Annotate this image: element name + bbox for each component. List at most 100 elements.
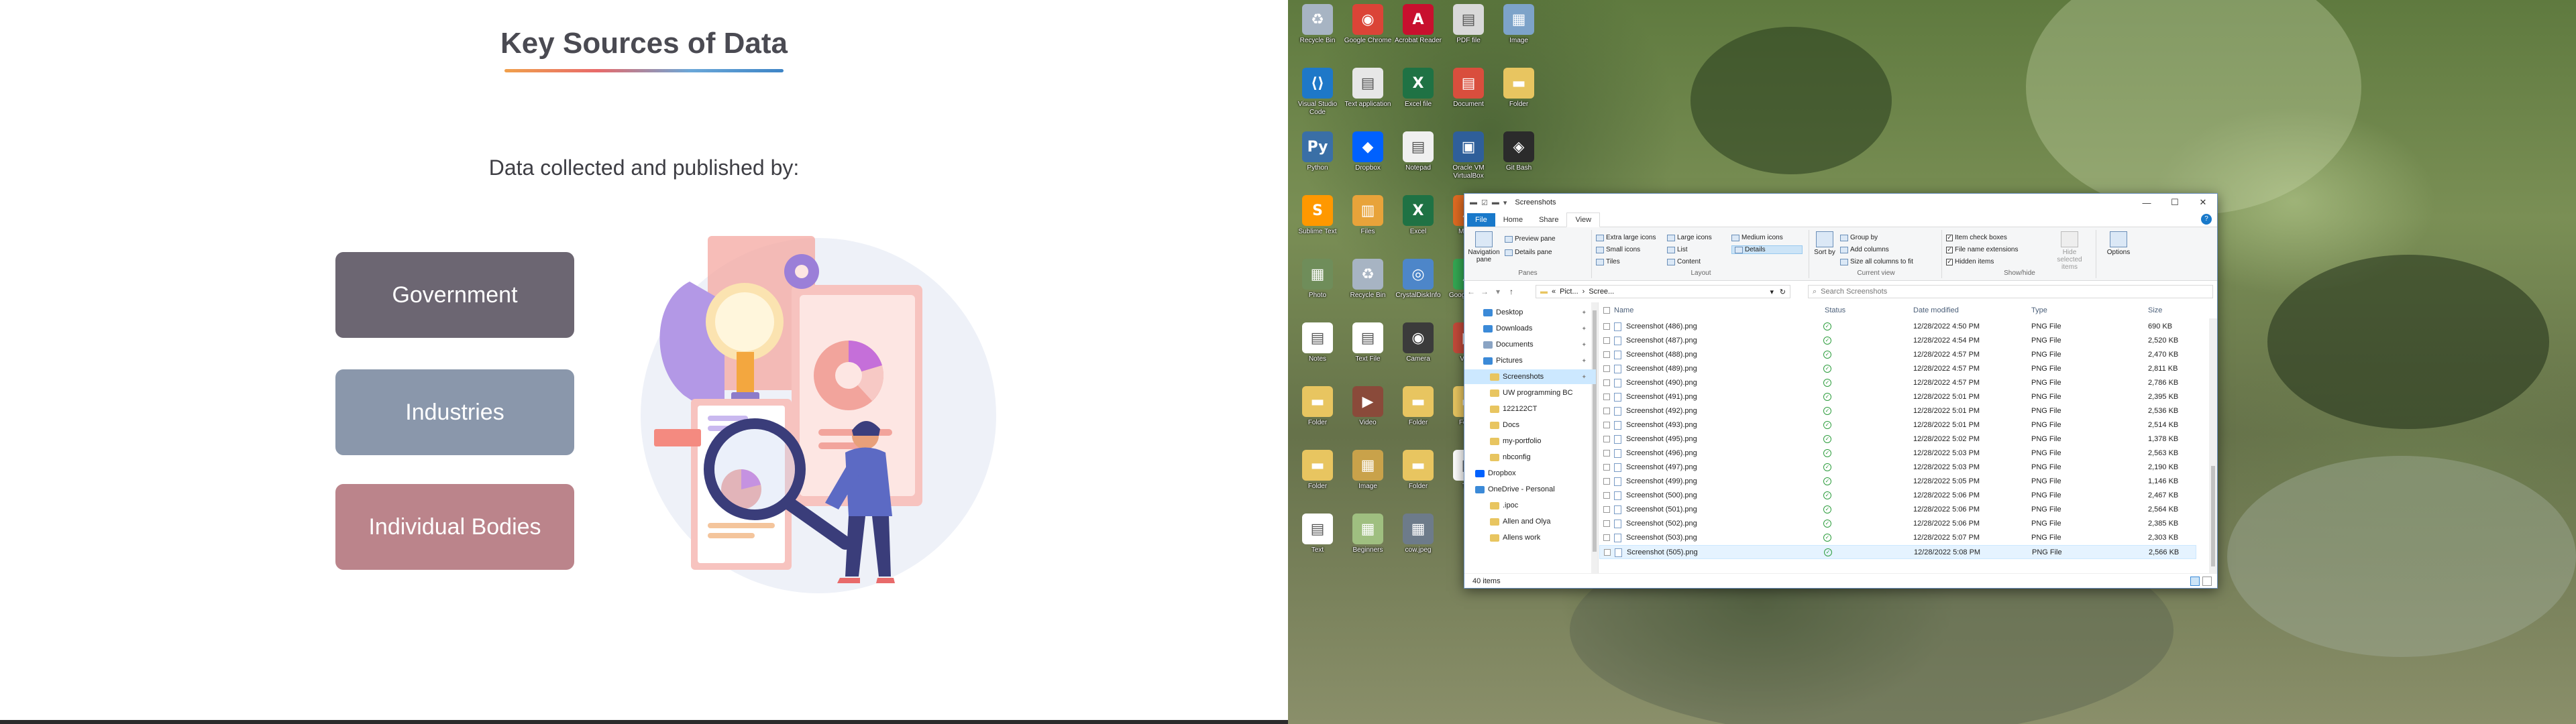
column-type[interactable]: Type bbox=[2031, 306, 2047, 314]
row-checkbox[interactable] bbox=[1603, 464, 1610, 471]
row-checkbox[interactable] bbox=[1603, 478, 1610, 485]
add-columns-button[interactable]: Add columns bbox=[1840, 246, 1889, 253]
tab-file[interactable]: File bbox=[1467, 213, 1495, 227]
desktop-icon[interactable]: ▤ Document bbox=[1444, 64, 1493, 127]
desktop-icon[interactable]: ♻ Recycle Bin bbox=[1344, 255, 1392, 318]
nav-item[interactable]: 122122CT bbox=[1464, 402, 1596, 416]
details-pane-button[interactable]: Details pane bbox=[1505, 249, 1552, 256]
file-row[interactable]: Screenshot (501).png ✓ 12/28/2022 5:06 PM P… bbox=[1599, 503, 2196, 517]
desktop-icon[interactable]: S Sublime Text bbox=[1293, 191, 1342, 255]
back-arrow-icon[interactable]: ← bbox=[1464, 287, 1478, 296]
window-controls[interactable]: — ☐ ✕ bbox=[2133, 194, 2217, 211]
row-checkbox[interactable] bbox=[1604, 549, 1611, 556]
row-checkbox[interactable] bbox=[1603, 492, 1610, 499]
column-size[interactable]: Size bbox=[2148, 306, 2162, 314]
file-row[interactable]: Screenshot (495).png ✓ 12/28/2022 5:02 PM P… bbox=[1599, 432, 2196, 446]
layout-content[interactable]: Content bbox=[1667, 258, 1701, 265]
nav-item[interactable]: Dropbox bbox=[1464, 466, 1596, 481]
nav-item[interactable]: Documents ✦ bbox=[1464, 337, 1596, 352]
select-all-checkbox[interactable] bbox=[1603, 307, 1610, 314]
nav-item[interactable]: Allens work bbox=[1464, 530, 1596, 545]
chevron-down-icon[interactable]: ▾ bbox=[1770, 288, 1774, 296]
desktop-icon[interactable]: ▣ Oracle VM VirtualBox bbox=[1444, 127, 1493, 191]
file-name-extensions-toggle[interactable]: ✓ File name extensions bbox=[1946, 246, 2019, 253]
recent-chevron-icon[interactable]: ▾ bbox=[1491, 287, 1505, 296]
nav-item[interactable]: Downloads ✦ bbox=[1464, 321, 1596, 336]
desktop-icon[interactable]: ◉ Google Chrome bbox=[1344, 0, 1392, 64]
column-status[interactable]: Status bbox=[1825, 306, 1845, 314]
desktop-icon[interactable]: ◉ Camera bbox=[1394, 318, 1442, 382]
desktop-icon[interactable]: ▦ Image bbox=[1495, 0, 1543, 64]
file-list-scrollbar[interactable] bbox=[2209, 318, 2217, 573]
file-list[interactable]: Name Status Date modified Type Size Scre… bbox=[1599, 302, 2217, 573]
nav-item[interactable]: Screenshots ✦ bbox=[1464, 369, 1596, 384]
tab-view[interactable]: View bbox=[1566, 213, 1601, 227]
row-checkbox[interactable] bbox=[1603, 394, 1610, 400]
desktop-icon[interactable]: ▬ Folder bbox=[1495, 64, 1543, 127]
row-checkbox[interactable] bbox=[1603, 422, 1610, 428]
item-check-boxes-toggle[interactable]: ✓ Item check boxes bbox=[1946, 234, 2007, 241]
row-checkbox[interactable] bbox=[1603, 436, 1610, 442]
address-bar[interactable]: ▬ « Pict... › Scree... ▾ ↻ bbox=[1536, 285, 1790, 298]
desktop-icon[interactable]: ▥ Files bbox=[1344, 191, 1392, 255]
file-row[interactable]: Screenshot (500).png ✓ 12/28/2022 5:06 PM P… bbox=[1599, 489, 2196, 503]
nav-item[interactable]: Docs bbox=[1464, 418, 1596, 432]
file-row[interactable]: Screenshot (491).png ✓ 12/28/2022 5:01 PM P… bbox=[1599, 390, 2196, 404]
navigation-pane[interactable]: Desktop ✦ Downloads ✦ Documents ✦ Pictures ✦ Scr… bbox=[1464, 302, 1599, 573]
details-view-icon[interactable] bbox=[2190, 577, 2200, 586]
government-button[interactable]: Government bbox=[335, 252, 574, 338]
desktop-icon[interactable]: ▶ Video bbox=[1344, 382, 1392, 446]
desktop-icon[interactable]: ▤ Notepad bbox=[1394, 127, 1442, 191]
layout-list[interactable]: List bbox=[1667, 246, 1688, 253]
row-checkbox[interactable] bbox=[1603, 337, 1610, 344]
layout-small-icons[interactable]: Small icons bbox=[1596, 246, 1640, 253]
file-row[interactable]: Screenshot (489).png ✓ 12/28/2022 4:57 PM P… bbox=[1599, 362, 2196, 376]
row-checkbox[interactable] bbox=[1603, 520, 1610, 527]
desktop-icon[interactable]: ▬ Folder bbox=[1394, 382, 1442, 446]
large-icons-view-icon[interactable] bbox=[2202, 577, 2212, 586]
desktop-icon[interactable]: X Excel bbox=[1394, 191, 1442, 255]
ribbon-tabs[interactable]: File Home Share View bbox=[1464, 211, 2217, 227]
sort-by-button[interactable]: Sort by bbox=[1813, 231, 1836, 256]
row-checkbox[interactable] bbox=[1603, 450, 1610, 457]
desktop-icon[interactable]: A Acrobat Reader bbox=[1394, 0, 1442, 64]
file-row[interactable]: Screenshot (502).png ✓ 12/28/2022 5:06 PM P… bbox=[1599, 517, 2196, 531]
desktop-icon[interactable]: ▤ Text application bbox=[1344, 64, 1392, 127]
row-checkbox[interactable] bbox=[1603, 534, 1610, 541]
navigation-pane-button[interactable]: Navigation pane bbox=[1468, 231, 1500, 263]
row-checkbox[interactable] bbox=[1603, 323, 1610, 330]
desktop-icon[interactable]: ▤ Text bbox=[1293, 509, 1342, 573]
nav-item[interactable]: my-portfolio bbox=[1464, 434, 1596, 448]
file-row[interactable]: Screenshot (493).png ✓ 12/28/2022 5:01 PM P… bbox=[1599, 418, 2196, 432]
desktop-icon[interactable]: ▬ Folder bbox=[1293, 446, 1342, 509]
desktop-icon[interactable]: ▤ PDF file bbox=[1444, 0, 1493, 64]
breadcrumb-screenshots[interactable]: Scree... bbox=[1589, 288, 1614, 296]
close-button[interactable]: ✕ bbox=[2189, 194, 2217, 211]
tab-share[interactable]: Share bbox=[1531, 213, 1566, 227]
breadcrumb-pictures[interactable]: Pict... bbox=[1560, 288, 1578, 296]
new-folder-icon[interactable]: ▬ bbox=[1492, 198, 1499, 207]
nav-item[interactable]: Desktop ✦ bbox=[1464, 305, 1596, 320]
layout-large-icons[interactable]: Large icons bbox=[1667, 234, 1712, 241]
row-checkbox[interactable] bbox=[1603, 351, 1610, 358]
quick-access-toolbar[interactable]: ▬ ☑ ▬ ▾ bbox=[1470, 198, 1507, 207]
maximize-button[interactable]: ☐ bbox=[2161, 194, 2189, 211]
file-row[interactable]: Screenshot (486).png ✓ 12/28/2022 4:50 PM P… bbox=[1599, 320, 2196, 334]
row-checkbox[interactable] bbox=[1603, 408, 1610, 414]
desktop-icon[interactable]: ◎ CrystalDiskInfo bbox=[1394, 255, 1442, 318]
file-row[interactable]: Screenshot (497).png ✓ 12/28/2022 5:03 PM P… bbox=[1599, 461, 2196, 475]
layout-tiles[interactable]: Tiles bbox=[1596, 258, 1620, 265]
desktop-icon[interactable]: ▤ Notes bbox=[1293, 318, 1342, 382]
desktop-icon[interactable]: ◆ Dropbox bbox=[1344, 127, 1392, 191]
column-date-modified[interactable]: Date modified bbox=[1913, 306, 1959, 314]
nav-item[interactable]: Pictures ✦ bbox=[1464, 353, 1596, 368]
file-row[interactable]: Screenshot (503).png ✓ 12/28/2022 5:07 PM P… bbox=[1599, 531, 2196, 545]
forward-arrow-icon[interactable]: → bbox=[1478, 287, 1491, 296]
desktop-icon[interactable]: X Excel file bbox=[1394, 64, 1442, 127]
desktop-icon[interactable]: ◈ Git Bash bbox=[1495, 127, 1543, 191]
title-bar[interactable]: ▬ ☑ ▬ ▾ Screenshots — ☐ ✕ bbox=[1464, 194, 2217, 211]
chevron-down-icon[interactable]: ▾ bbox=[1503, 198, 1507, 207]
column-name[interactable]: Name bbox=[1614, 306, 1633, 314]
nav-item[interactable]: UW programming BC bbox=[1464, 385, 1596, 400]
file-row[interactable]: Screenshot (488).png ✓ 12/28/2022 4:57 PM P… bbox=[1599, 348, 2196, 362]
